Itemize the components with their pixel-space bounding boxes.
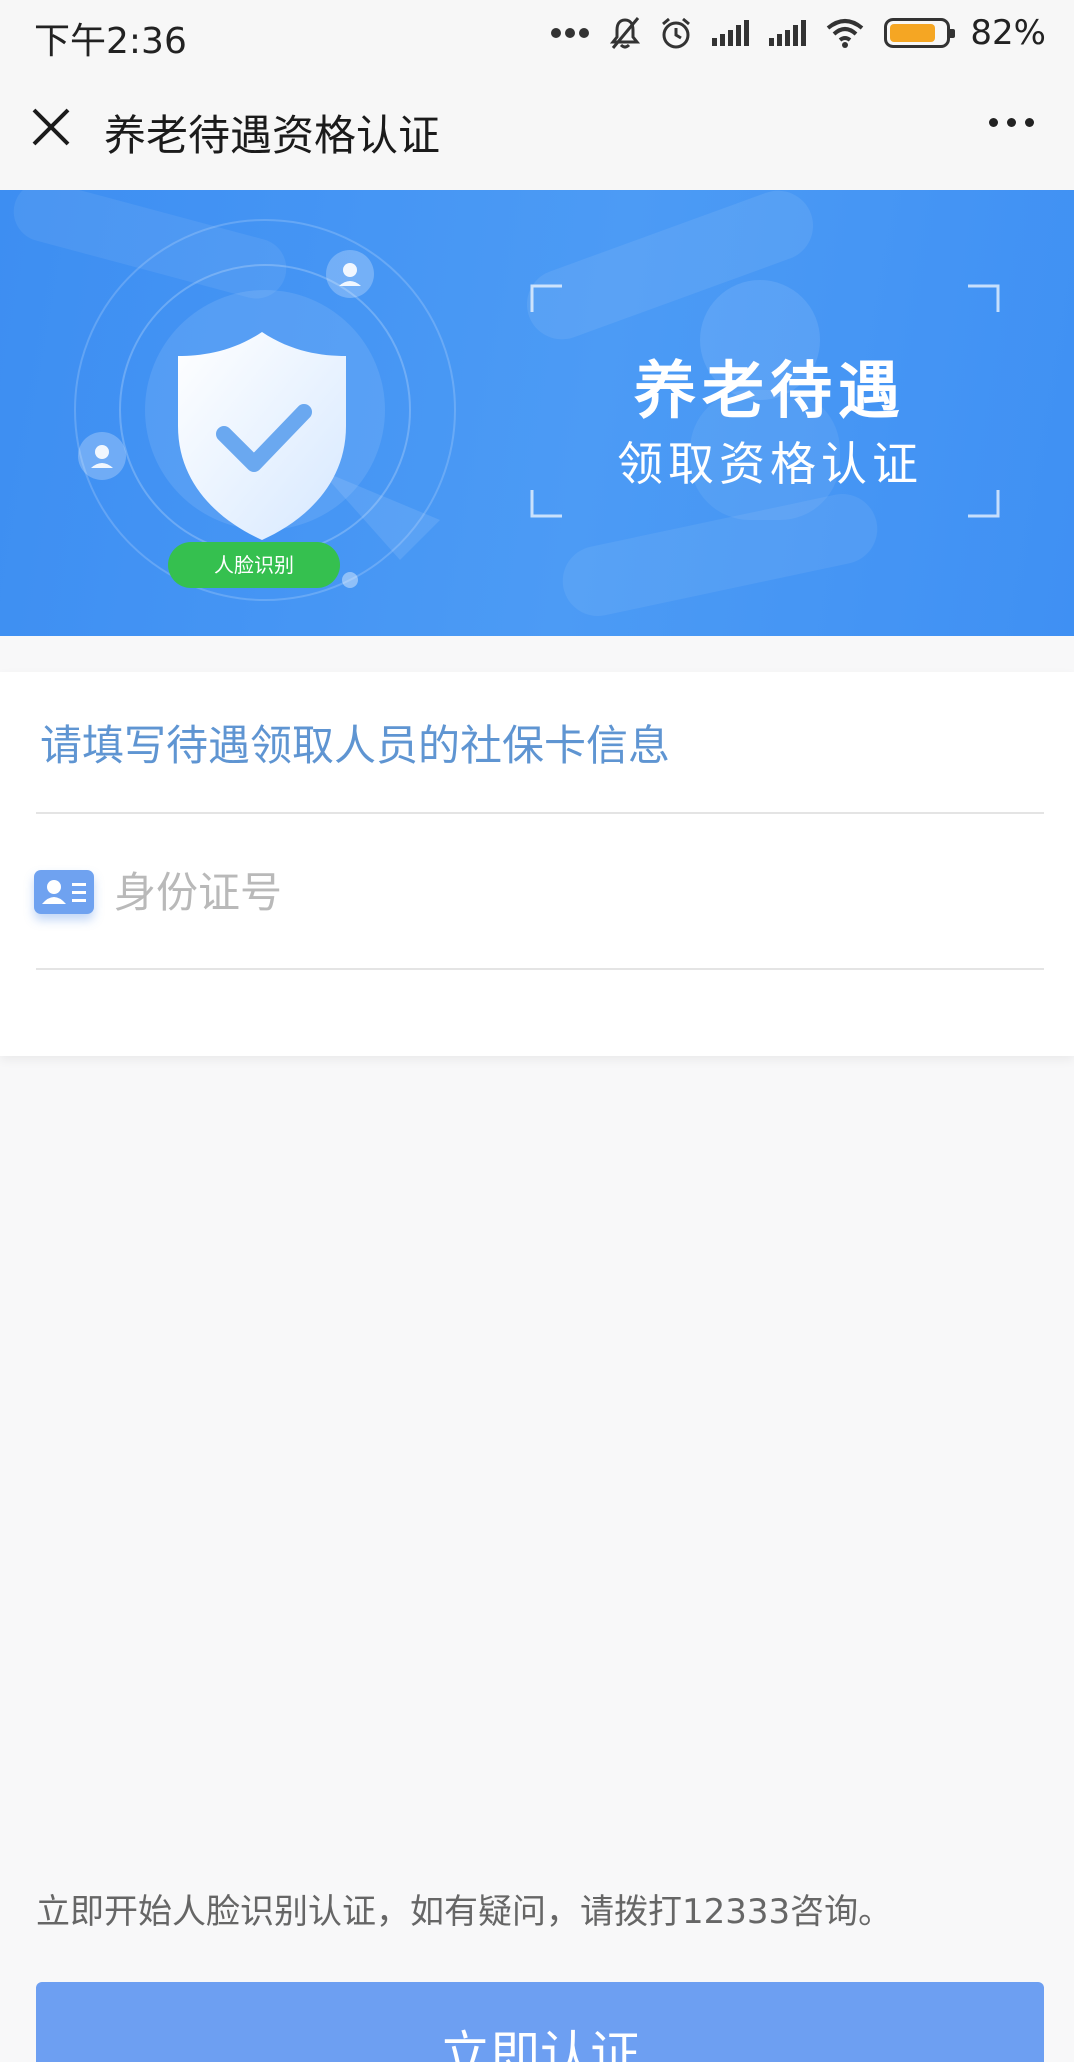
form-card: 请填写待遇领取人员的社保卡信息 [0,672,1074,1056]
form-heading: 请填写待遇领取人员的社保卡信息 [40,721,671,770]
banner-title: 养老待遇 [633,354,906,427]
more-icon[interactable] [989,118,1034,127]
signal-icon [712,20,750,46]
battery-icon [884,18,956,48]
signal-icon [769,20,807,46]
nav-bar: 养老待遇资格认证 [0,68,1074,190]
status-icons: 82% [550,10,1046,56]
battery-level [890,24,935,42]
alarm-icon [662,17,691,49]
divider [36,968,1044,970]
face-recognition-badge: 人脸识别 [168,542,340,588]
mute-bell-icon [610,17,641,49]
banner: 人脸识别 养老待遇 领取资格认证 [0,190,1074,636]
more-dots-icon [551,28,590,38]
banner-subtitle: 领取资格认证 [617,437,923,491]
shield-check-icon [178,332,346,540]
id-number-input[interactable] [114,860,1014,924]
help-note: 立即开始人脸识别认证，如有疑问，请拨打12333咨询。 [36,1892,893,1932]
battery-percent: 82% [970,13,1046,53]
status-bar: 下午2:36 82% [0,0,1074,68]
page-title: 养老待遇资格认证 [104,111,441,160]
id-card-icon [34,870,94,914]
start-verification-button[interactable]: 立即认证 [36,1982,1044,2062]
divider [36,812,1044,814]
status-time: 下午2:36 [34,21,187,62]
close-icon[interactable] [28,104,74,150]
wifi-icon [827,19,864,48]
